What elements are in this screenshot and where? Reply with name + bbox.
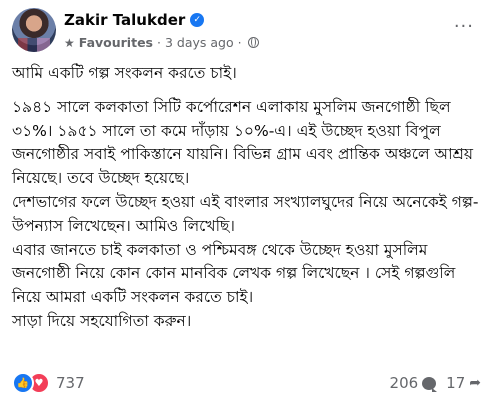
like-icon: 👍 xyxy=(12,372,34,394)
post-paragraph: আমি একটি গল্প সংকলন করতে চাই। xyxy=(12,64,237,82)
author-name[interactable]: Zakir Talukder xyxy=(64,11,185,29)
post-timestamp[interactable]: 3 days ago xyxy=(165,35,234,50)
avatar[interactable] xyxy=(12,8,56,52)
post-paragraph: এবার জানতে চাই কলকাতা ও পশ্চিমবঙ্গ থেকে … xyxy=(12,240,456,307)
globe-icon xyxy=(247,37,259,48)
comments-stat[interactable]: 206 xyxy=(389,374,438,392)
share-count: 17 xyxy=(446,374,466,392)
meta-separator: · xyxy=(156,35,161,50)
shares-stat[interactable]: 17 ➦ xyxy=(446,374,481,392)
engagement-stats: 206 17 ➦ xyxy=(390,374,481,392)
post-footer: 👍 ♥ 737 206 17 ➦ xyxy=(12,371,481,395)
post-paragraph: দেশভাগের ফলে উচ্ছেদ হওয়া এই বাংলার সংখ্… xyxy=(12,192,479,235)
audience-label[interactable]: Favourites xyxy=(79,35,153,50)
author-row: Zakir Talukder ✓ xyxy=(64,11,205,29)
post-paragraph: সাড়া দিয়ে সহযোগিতা করুন। xyxy=(12,311,192,330)
comment-count: 206 xyxy=(389,374,419,392)
post-header: Zakir Talukder ✓ ★ Favourites · 3 days a… xyxy=(12,8,482,60)
post-body: আমি একটি গল্প সংকলন করতে চাই। ১৯৪১ সালে … xyxy=(12,62,484,334)
reaction-count: 737 xyxy=(56,374,85,392)
verified-badge-icon: ✓ xyxy=(190,13,205,27)
comment-icon xyxy=(422,376,438,392)
meta-separator: · xyxy=(237,35,242,50)
more-options-button[interactable]: ··· xyxy=(454,16,474,37)
star-icon: ★ xyxy=(64,35,75,50)
reactions-summary[interactable]: 👍 ♥ 737 xyxy=(12,372,85,394)
post-meta: ★ Favourites · 3 days ago · xyxy=(64,35,259,50)
share-icon: ➦ xyxy=(469,375,481,391)
post-paragraph: ১৯৪১ সালে কলকাতা সিটি কর্পোরেশন এলাকায় … xyxy=(12,97,473,188)
